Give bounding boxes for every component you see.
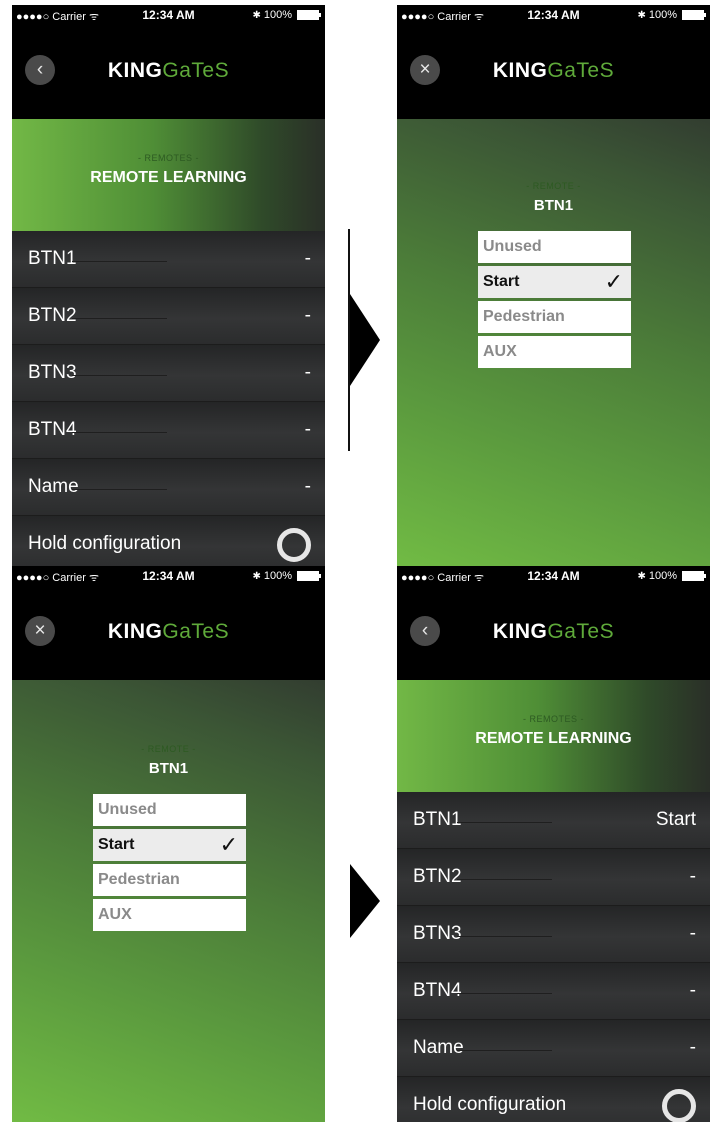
bluetooth-icon: ✱ [252, 570, 261, 582]
option-pedestrian[interactable]: Pedestrian [93, 864, 246, 896]
battery-text: 100% [648, 9, 677, 21]
nav-bar: × KINGGaTeS [397, 25, 710, 119]
option-list: Unused Start ✓ Pedestrian AUX [478, 231, 631, 371]
option-aux[interactable]: AUX [478, 336, 631, 368]
bluetooth-icon: ✱ [252, 9, 261, 21]
section-subtitle: - REMOTE - [141, 744, 196, 754]
kinggates-logo: KINGGaTeS [492, 59, 615, 82]
list-item-btn3[interactable]: BTN3- [12, 345, 325, 402]
page-title: BTN1 [148, 760, 189, 777]
checkmark-icon: ✓ [604, 269, 623, 294]
page-title: REMOTE LEARNING [475, 730, 632, 747]
page-title: REMOTE LEARNING [90, 169, 247, 186]
kinggates-logo: KINGGaTeS [107, 59, 230, 82]
section-subtitle: - REMOTES - [523, 714, 584, 724]
option-aux[interactable]: AUX [93, 899, 246, 931]
screen-remote-btn1-picker: ●●●●○ Carrier ᯤ 12:34 AM ✱ 100% × KINGGaT… [397, 5, 710, 566]
list-item-btn2[interactable]: BTN2- [12, 288, 325, 345]
list-item-btn4[interactable]: BTN4- [12, 402, 325, 459]
option-pedestrian[interactable]: Pedestrian [478, 301, 631, 333]
status-bar: ●●●●○ Carrier ᯤ 12:34 AM ✱ 100% [397, 5, 710, 25]
checkmark-icon: ✓ [219, 832, 238, 857]
page-title: BTN1 [533, 197, 574, 214]
battery-icon [297, 10, 321, 20]
battery-icon [682, 571, 706, 581]
option-start[interactable]: Start ✓ [93, 829, 246, 861]
settings-list: BTN1- BTN2- BTN3- BTN4- Name - Hold confi… [12, 231, 325, 566]
list-item-btn4[interactable]: BTN4- [397, 963, 710, 1020]
status-bar: ●●●●○ Carrier ᯤ 12:34 AM ✱ 100% [12, 5, 325, 25]
list-item-btn3[interactable]: BTN3- [397, 906, 710, 963]
battery-text: 100% [648, 570, 677, 582]
kinggates-logo: KINGGaTeS [107, 620, 230, 643]
list-item-btn1[interactable]: BTN1 Start [397, 792, 710, 849]
toggle-circle-icon[interactable] [662, 1089, 696, 1122]
kinggates-logo: KINGGaTeS [492, 620, 615, 643]
list-item-hold-configuration: Hold configuration [397, 1077, 710, 1122]
battery-text: 100% [263, 570, 292, 582]
toggle-circle-icon[interactable] [277, 528, 311, 562]
list-item-hold-configuration: Hold configuration [12, 516, 325, 566]
list-item-btn2[interactable]: BTN2- [397, 849, 710, 906]
list-item-name[interactable]: Name - [397, 1020, 710, 1077]
status-bar: ●●●●○ Carrier ᯤ 12:34 AM ✱ 100% [12, 566, 325, 586]
screen-remote-learning-after: ●●●●○ Carrier ᯤ 12:34 AM ✱ 100% ‹ KINGGaT… [397, 566, 710, 1122]
status-bar: ●●●●○ Carrier ᯤ 12:34 AM ✱ 100% [397, 566, 710, 586]
bluetooth-icon: ✱ [637, 570, 646, 582]
screen-remote-btn1-picker-2: ●●●●○ Carrier ᯤ 12:34 AM ✱ 100% × KINGGaT… [12, 566, 325, 1122]
settings-list: BTN1 Start BTN2- BTN3- BTN4- Name - Hold c… [397, 792, 710, 1122]
battery-icon [297, 571, 321, 581]
section-subtitle: - REMOTE - [526, 181, 581, 191]
option-start[interactable]: Start ✓ [478, 266, 631, 298]
picker-panel: - REMOTE - BTN1 Unused Start ✓ Pedestrian… [12, 680, 325, 1122]
option-unused[interactable]: Unused [93, 794, 246, 826]
nav-bar: ‹ KINGGaTeS [12, 25, 325, 119]
battery-text: 100% [263, 9, 292, 21]
bluetooth-icon: ✱ [637, 9, 646, 21]
section-header: - REMOTES - REMOTE LEARNING [12, 119, 325, 231]
option-unused[interactable]: Unused [478, 231, 631, 263]
picker-panel: - REMOTE - BTN1 Unused Start ✓ Pedestrian… [397, 119, 710, 566]
list-item-name[interactable]: Name - [12, 459, 325, 516]
screen-remote-learning-before: ●●●●○ Carrier ᯤ 12:34 AM ✱ 100% ‹ KINGGaT… [12, 5, 325, 566]
battery-icon [682, 10, 706, 20]
section-header: - REMOTES - REMOTE LEARNING [397, 680, 710, 792]
nav-bar: × KINGGaTeS [12, 586, 325, 680]
nav-bar: ‹ KINGGaTeS [397, 586, 710, 680]
option-list: Unused Start ✓ Pedestrian AUX [93, 794, 246, 934]
flow-arrow-right-icon [350, 294, 380, 386]
flow-arrow-right-icon [350, 864, 380, 938]
section-subtitle: - REMOTES - [138, 153, 199, 163]
list-item-btn1[interactable]: BTN1- [12, 231, 325, 288]
